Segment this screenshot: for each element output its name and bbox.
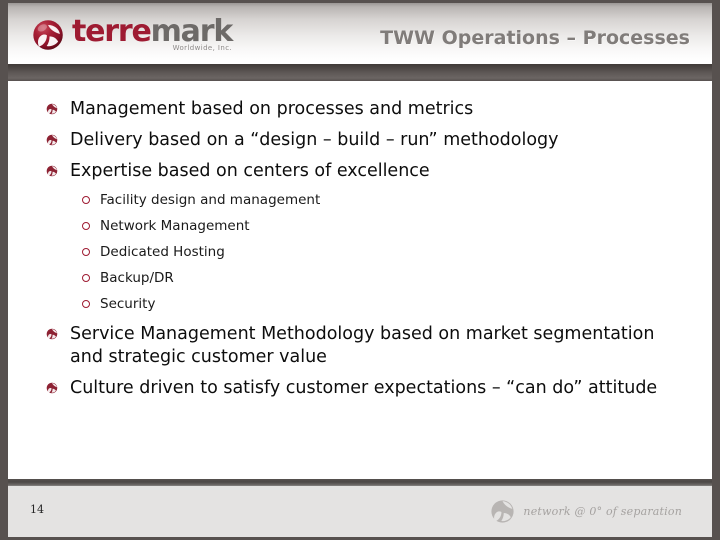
sub-bullet-text: Security <box>100 296 156 312</box>
bullet-text: Culture driven to satisfy customer expec… <box>70 378 658 398</box>
header-underbar <box>8 64 712 81</box>
bullet-item: Culture driven to satisfy customer expec… <box>38 377 678 400</box>
sub-bullet-text: Facility design and management <box>100 192 321 208</box>
bullet-item: Delivery based on a “design – build – ru… <box>38 129 678 152</box>
globe-bullet-icon <box>46 382 58 394</box>
slide-title: TWW Operations – Processes <box>380 27 690 49</box>
logo-subtitle: Worldwide, Inc. <box>172 44 233 52</box>
globe-bullet-icon <box>46 165 58 177</box>
logo-wordmark: terremark <box>72 14 233 49</box>
sub-bullet-item: Network Management <box>70 218 678 235</box>
bullet-list-level2: Facility design and management Network M… <box>70 192 678 313</box>
footer-band: 14 network @ 0° of separation <box>8 486 712 537</box>
circle-bullet-icon <box>82 300 90 308</box>
circle-bullet-icon <box>82 196 90 204</box>
bullet-item: Expertise based on centers of excellence… <box>38 160 678 313</box>
globe-bullet-icon <box>46 103 58 115</box>
logo-word-terre: terre <box>72 14 152 49</box>
globe-bullet-icon <box>46 134 58 146</box>
bullet-item: Service Management Methodology based on … <box>38 323 678 369</box>
page-number: 14 <box>30 503 44 516</box>
sub-bullet-item: Facility design and management <box>70 192 678 209</box>
globe-bullet-icon <box>46 328 58 340</box>
sub-bullet-text: Dedicated Hosting <box>100 244 225 260</box>
footer-tagline: network @ 0° of separation <box>523 505 682 518</box>
circle-bullet-icon <box>82 248 90 256</box>
bullet-text: Management based on processes and metric… <box>70 99 474 119</box>
footer-divider <box>8 479 712 486</box>
slide: terremark Worldwide, Inc. TWW Operations… <box>0 0 720 540</box>
bullet-item: Management based on processes and metric… <box>38 98 678 121</box>
sub-bullet-item: Dedicated Hosting <box>70 244 678 261</box>
bullet-text: Expertise based on centers of excellence <box>70 161 430 181</box>
sub-bullet-item: Security <box>70 296 678 313</box>
slide-body: Management based on processes and metric… <box>38 98 678 408</box>
sub-bullet-text: Network Management <box>100 218 250 234</box>
circle-bullet-icon <box>82 222 90 230</box>
bullet-text: Delivery based on a “design – build – ru… <box>70 130 559 150</box>
bullet-list-level1: Management based on processes and metric… <box>38 98 678 400</box>
circle-bullet-icon <box>82 274 90 282</box>
terremark-globe-logo-icon <box>33 20 63 50</box>
bullet-text: Service Management Methodology based on … <box>70 324 655 367</box>
footer-brand: network @ 0° of separation <box>489 498 682 525</box>
sub-bullet-group: Facility design and management Network M… <box>70 192 678 313</box>
sub-bullet-item: Backup/DR <box>70 270 678 287</box>
sub-bullet-text: Backup/DR <box>100 270 174 286</box>
terremark-globe-mono-icon <box>491 500 515 523</box>
logo-text: terremark Worldwide, Inc. <box>72 14 233 53</box>
company-logo: terremark Worldwide, Inc. <box>30 14 233 59</box>
